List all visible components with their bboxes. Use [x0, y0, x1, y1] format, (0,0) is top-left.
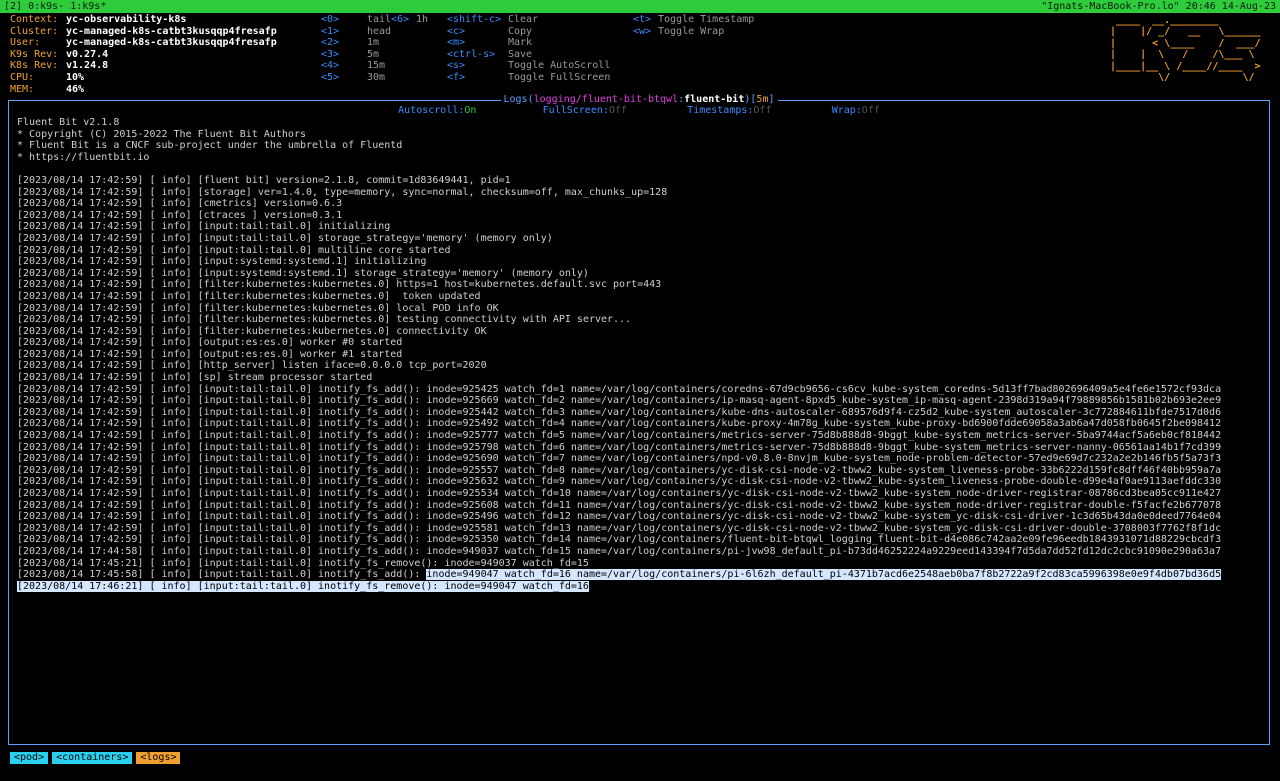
log-line: [2023/08/14 17:42:59] [ info] [input:tai… — [17, 406, 1222, 418]
log-line: [2023/08/14 17:42:59] [ info] [input:sys… — [17, 256, 427, 268]
tmux-status-bar: [2] 0:k9s- 1:k9s* "Ignats-MacBook-Pro.lo… — [0, 0, 1280, 13]
log-line: [2023/08/14 17:42:59] [ info] [http_serv… — [17, 360, 487, 372]
container-name: fluent-bit — [684, 94, 745, 105]
info-user: User: yc-managed-k8s-catbt3kusqqp4fresafp — [10, 37, 277, 49]
log-line: [2023/08/14 17:42:59] [ info] [output:es… — [17, 337, 403, 349]
log-line: [2023/08/14 17:42:59] [ info] [sp] strea… — [17, 372, 373, 384]
log-line: [2023/08/14 17:42:59] [ info] [fluent bi… — [17, 174, 511, 186]
info-k8s-rev: K8s Rev: v1.24.8 — [10, 60, 109, 72]
log-line: [2023/08/14 17:42:59] [ info] [input:tai… — [17, 232, 553, 244]
log-line: [2023/08/14 17:42:59] [ info] [input:tai… — [17, 534, 1222, 546]
hotkey-5m[interactable]: <3> 5m — [321, 49, 391, 61]
info-k9s-rev: K9s Rev: v0.27.4 — [10, 48, 109, 60]
log-line: [2023/08/14 17:42:59] [ info] [filter:ku… — [17, 290, 481, 302]
info-context: Context: yc-observability-k8s — [10, 14, 187, 25]
fullscreen-status[interactable]: FullScreen:Off — [543, 105, 627, 116]
log-line-selected: [2023/08/14 17:45:58] [ info] [input:tai… — [17, 569, 1222, 581]
cluster-info: Context: yc-observability-k8s Cluster: yc-… — [10, 14, 277, 95]
log-line: [2023/08/14 17:42:59] [ info] [input:tai… — [17, 499, 1222, 511]
hotkey-tail[interactable]: <0> tail — [321, 14, 391, 26]
hotkey-toggle-fullscreen[interactable]: <f> Toggle FullScreen — [447, 72, 610, 84]
tmux-windows[interactable]: [2] 0:k9s- 1:k9s* — [4, 0, 106, 13]
hotkey-toggle-timestamp[interactable]: <t> Toggle Timestamp — [633, 14, 754, 26]
hotkey-save[interactable]: <ctrl-s> Save — [447, 49, 610, 61]
log-line: [2023/08/14 17:42:59] [ info] [filter:ku… — [17, 302, 499, 314]
crumb-pod[interactable]: <pod> — [10, 752, 49, 764]
log-line: [2023/08/14 17:42:59] [ info] [input:tai… — [17, 244, 451, 256]
log-line: [2023/08/14 17:42:59] [ info] [input:tai… — [17, 441, 1222, 453]
log-line: [2023/08/14 17:42:59] [ info] [filter:ku… — [17, 279, 662, 291]
log-line: [2023/08/14 17:42:59] [ info] [input:tai… — [17, 511, 1222, 523]
crumb-logs[interactable]: <logs> — [136, 752, 181, 764]
log-line: [2023/08/14 17:42:59] [ info] [input:tai… — [17, 221, 391, 233]
log-line: * Copyright (C) 2015-2022 The Fluent Bit… — [17, 128, 306, 140]
hotkey-head[interactable]: <1> head — [321, 26, 391, 38]
k9s-header: Context: yc-observability-k8s Cluster: yc-… — [0, 13, 1280, 95]
pod-namespace-name: logging/fluent-bit-btqwl — [533, 94, 679, 105]
log-line: [2023/08/14 17:42:59] [ info] [filter:ku… — [17, 325, 487, 337]
log-line: [2023/08/14 17:42:59] [ info] [output:es… — [17, 348, 403, 360]
autoscroll-status[interactable]: Autoscroll:On — [398, 105, 476, 116]
hotkey-toggle-wrap[interactable]: <w> Toggle Wrap — [633, 26, 754, 38]
timestamps-status[interactable]: Timestamps:Off — [687, 105, 771, 116]
log-line: [2023/08/14 17:42:59] [ info] [input:tai… — [17, 522, 1222, 534]
log-line: [2023/08/14 17:42:59] [ info] [input:tai… — [17, 464, 1222, 476]
log-line-selected: [2023/08/14 17:46:21] [ info] [input:tai… — [17, 580, 589, 592]
hotkey-mark[interactable]: <m> Mark — [447, 37, 610, 49]
log-line: [2023/08/14 17:42:59] [ info] [input:tai… — [17, 418, 1222, 430]
log-output[interactable]: Fluent Bit v2.1.8 * Copyright (C) 2015-20… — [17, 117, 1265, 592]
log-line: [2023/08/14 17:42:59] [ info] [input:tai… — [17, 430, 1222, 442]
wrap-status[interactable]: Wrap:Off — [832, 105, 880, 116]
log-line: [2023/08/14 17:42:59] [ info] [ctraces ]… — [17, 209, 343, 221]
info-cluster: Cluster: yc-managed-k8s-catbt3kusqqp4fres… — [10, 25, 277, 37]
log-line: [2023/08/14 17:42:59] [ info] [cmetrics]… — [17, 198, 343, 210]
log-line: [2023/08/14 17:42:59] [ info] [filter:ku… — [17, 314, 632, 326]
log-line: [2023/08/14 17:42:59] [ info] [storage] … — [17, 186, 668, 198]
logs-panel: Logs(logging/fluent-bit-btqwl:fluent-bit… — [8, 94, 1270, 745]
log-toggles: Autoscroll:On FullScreen:Off Timestamps:… — [9, 105, 1269, 117]
hotkey-30m[interactable]: <5> 30m — [321, 72, 391, 84]
hotkeys-toggles: <t> Toggle Timestamp <w> Toggle Wrap — [633, 14, 754, 37]
log-line: [2023/08/14 17:42:59] [ info] [input:tai… — [17, 453, 1222, 465]
hotkey-clear[interactable]: <shift-c> Clear — [447, 14, 610, 26]
log-line: [2023/08/14 17:42:59] [ info] [input:tai… — [17, 383, 1222, 395]
hotkey-1m[interactable]: <2> 1m — [321, 37, 391, 49]
hotkeys-time-range-2: <6> 1h — [391, 14, 428, 26]
log-line: Fluent Bit v2.1.8 — [17, 117, 120, 128]
hotkey-copy[interactable]: <c> Copy — [447, 26, 610, 38]
hotkey-1h[interactable]: <6> 1h — [391, 14, 428, 26]
hotkey-15m[interactable]: <4> 15m — [321, 60, 391, 72]
info-cpu: CPU: 10% — [10, 71, 85, 83]
log-duration: 5m — [756, 94, 769, 105]
log-line: [2023/08/14 17:42:59] [ info] [input:tai… — [17, 476, 1222, 488]
tmux-host-clock: "Ignats-MacBook-Pro.lo" 20:46 14-Aug-23 — [1041, 1, 1276, 12]
log-line: * Fluent Bit is a CNCF sub-project under… — [17, 140, 403, 152]
log-line: [2023/08/14 17:44:58] [ info] [input:tai… — [17, 545, 1222, 557]
log-line: * https://fluentbit.io — [17, 151, 150, 163]
hotkeys-time-range: <0> tail <1> head <2> 1m <3> 5m <4> 15m <5> 30… — [321, 14, 391, 84]
log-line: [2023/08/14 17:45:21] [ info] [input:tai… — [17, 557, 589, 569]
log-line: [2023/08/14 17:42:59] [ info] [input:tai… — [17, 488, 1222, 499]
log-line: [2023/08/14 17:42:59] [ info] [input:sys… — [17, 267, 589, 279]
hotkeys-actions: <shift-c> Clear <c> Copy <m> Mark <ctrl-s> S… — [447, 14, 610, 84]
breadcrumb: <pod> <containers> <logs> — [10, 752, 184, 764]
log-line: [2023/08/14 17:42:59] [ info] [input:tai… — [17, 395, 1222, 407]
hotkey-toggle-autoscroll[interactable]: <s> Toggle AutoScroll — [447, 60, 610, 72]
k9s-logo: ____ __.________ | |/ _/ __ \______ | < \… — [1110, 15, 1261, 84]
crumb-containers[interactable]: <containers> — [52, 752, 133, 764]
